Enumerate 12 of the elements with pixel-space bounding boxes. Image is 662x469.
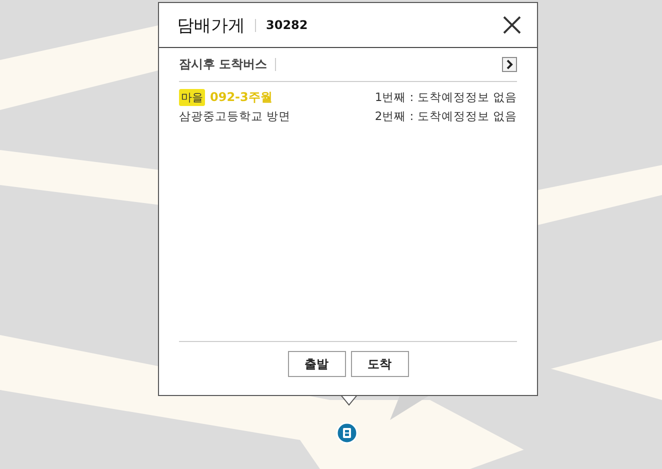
arrival-button[interactable]: 도착 — [350, 351, 408, 377]
close-icon[interactable] — [503, 16, 521, 34]
section-title: 잠시후 도착버스 — [179, 56, 268, 73]
chevron-right-icon[interactable] — [502, 57, 517, 72]
bus-stop-marker-icon[interactable] — [336, 422, 358, 444]
bus-direction: 삼광중고등학교 방면 — [179, 109, 291, 124]
arrival-info: 1번째 : 도착예정정보 없음 — [374, 90, 517, 105]
stop-number: 30282 — [266, 18, 308, 32]
departure-button[interactable]: 출발 — [288, 351, 346, 377]
arrival-info: 2번째 : 도착예정정보 없음 — [374, 109, 517, 124]
stop-name: 담배가게 — [177, 14, 245, 36]
bus-type-badge: 마을 — [179, 89, 205, 106]
